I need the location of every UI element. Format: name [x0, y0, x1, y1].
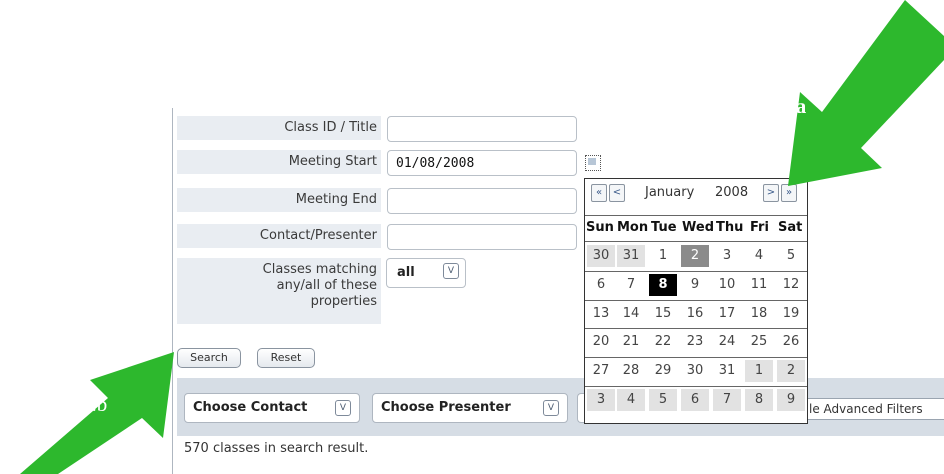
calendar-day[interactable]: 2	[777, 360, 805, 382]
calendar-popup: « < January 2008 > » Sun Mon Tue Wed Thu…	[584, 178, 808, 424]
calendar-day[interactable]: 7	[617, 274, 645, 296]
calendar-day[interactable]: 15	[649, 303, 677, 325]
calendar-day[interactable]: 6	[681, 389, 709, 411]
calendar-day[interactable]: 9	[777, 389, 805, 411]
label-line: Classes matching	[262, 262, 377, 277]
calendar-day[interactable]: 1	[649, 245, 677, 267]
weekday-header: Fri	[750, 220, 769, 235]
calendar-month: January	[645, 185, 695, 200]
label-line: any/all of these	[276, 278, 377, 293]
calendar-icon[interactable]	[585, 155, 601, 171]
calendar-day[interactable]: 23	[681, 331, 709, 353]
calendar-day[interactable]: 16	[681, 303, 709, 325]
weekday-header: Sat	[778, 220, 803, 235]
weekday-header: Wed	[682, 220, 714, 235]
label-line: properties	[310, 294, 377, 309]
meeting-start-value: 01/08/2008	[396, 156, 475, 171]
calendar-year: 2008	[715, 185, 749, 200]
choose-presenter-label: Choose Presenter	[381, 400, 511, 415]
calendar-day[interactable]: 6	[587, 274, 615, 296]
calendar-day[interactable]: 7	[713, 389, 741, 411]
calendar-day[interactable]: 31	[617, 245, 645, 267]
chevron-down-icon: V	[543, 400, 559, 416]
calendar-row-divider	[585, 300, 807, 301]
calendar-day[interactable]: 10	[713, 274, 741, 296]
calendar-day[interactable]: 12	[777, 274, 805, 296]
calendar-day[interactable]: 19	[777, 303, 805, 325]
calendar-day[interactable]: 5	[649, 389, 677, 411]
weekday-header: Sun	[586, 220, 614, 235]
calendar-day[interactable]: 31	[713, 360, 741, 382]
label-class-id: Class ID / Title	[177, 116, 381, 140]
weekday-header: Thu	[716, 220, 744, 235]
calendar-day[interactable]: 8	[649, 274, 677, 296]
choose-contact-dropdown[interactable]: Choose Contact V	[184, 393, 360, 423]
label-classes-matching: Classes matching any/all of these proper…	[177, 258, 381, 324]
calendar-day[interactable]: 18	[745, 303, 773, 325]
match-select[interactable]: all V	[386, 258, 466, 288]
search-button[interactable]: Search	[177, 348, 241, 368]
calendar-day[interactable]: 20	[587, 331, 615, 353]
weekday-header: Tue	[651, 220, 677, 235]
calendar-day[interactable]: 1	[745, 360, 773, 382]
calendar-row-divider	[585, 271, 807, 272]
calendar-day[interactable]: 30	[681, 360, 709, 382]
prev-month-button[interactable]: <	[609, 184, 625, 202]
label-meeting-end: Meeting End	[177, 188, 381, 212]
calendar-day[interactable]: 11	[745, 274, 773, 296]
reset-button[interactable]: Reset	[257, 348, 315, 368]
calendar-day[interactable]: 14	[617, 303, 645, 325]
calendar-row-divider	[585, 357, 807, 358]
calendar-day[interactable]: 22	[649, 331, 677, 353]
calendar-day[interactable]: 3	[713, 245, 741, 267]
calendar-day[interactable]: 24	[713, 331, 741, 353]
calendar-day[interactable]: 30	[587, 245, 615, 267]
calendar-row-divider	[585, 328, 807, 329]
match-select-value: all	[397, 265, 415, 280]
meeting-end-input[interactable]	[387, 188, 577, 214]
calendar-day[interactable]: 27	[587, 360, 615, 382]
calendar-day[interactable]: 29	[649, 360, 677, 382]
choose-presenter-dropdown[interactable]: Choose Presenter V	[372, 393, 568, 423]
calendar-divider	[585, 241, 807, 242]
annotation-label-b: 9.b	[81, 392, 108, 416]
calendar-day[interactable]: 5	[777, 245, 805, 267]
prev-year-button[interactable]: «	[591, 184, 607, 202]
label-meeting-start: Meeting Start	[177, 150, 381, 174]
meeting-start-input[interactable]: 01/08/2008	[387, 150, 577, 176]
result-count: 570 classes in search result.	[184, 441, 369, 456]
calendar-day[interactable]: 21	[617, 331, 645, 353]
calendar-day[interactable]: 13	[587, 303, 615, 325]
advanced-filters-button[interactable]: le Advanced Filters	[800, 398, 944, 420]
calendar-day[interactable]: 9	[681, 274, 709, 296]
label-contact-presenter: Contact/Presenter	[177, 224, 381, 248]
class-id-input[interactable]	[387, 116, 577, 142]
calendar-day[interactable]: 26	[777, 331, 805, 353]
choose-contact-label: Choose Contact	[193, 400, 308, 415]
calendar-divider	[585, 215, 807, 216]
calendar-day[interactable]: 2	[681, 245, 709, 267]
chevron-down-icon: V	[335, 400, 351, 416]
calendar-day[interactable]: 4	[745, 245, 773, 267]
calendar-row-divider	[585, 386, 807, 387]
calendar-day[interactable]: 8	[745, 389, 773, 411]
weekday-header: Mon	[617, 220, 649, 235]
calendar-day[interactable]: 4	[617, 389, 645, 411]
calendar-day[interactable]: 25	[745, 331, 773, 353]
annotation-label-a: 9.a	[780, 94, 807, 118]
chevron-down-icon: V	[443, 263, 459, 279]
contact-presenter-input[interactable]	[387, 224, 577, 250]
calendar-day[interactable]: 28	[617, 360, 645, 382]
calendar-day[interactable]: 17	[713, 303, 741, 325]
calendar-day[interactable]: 3	[587, 389, 615, 411]
